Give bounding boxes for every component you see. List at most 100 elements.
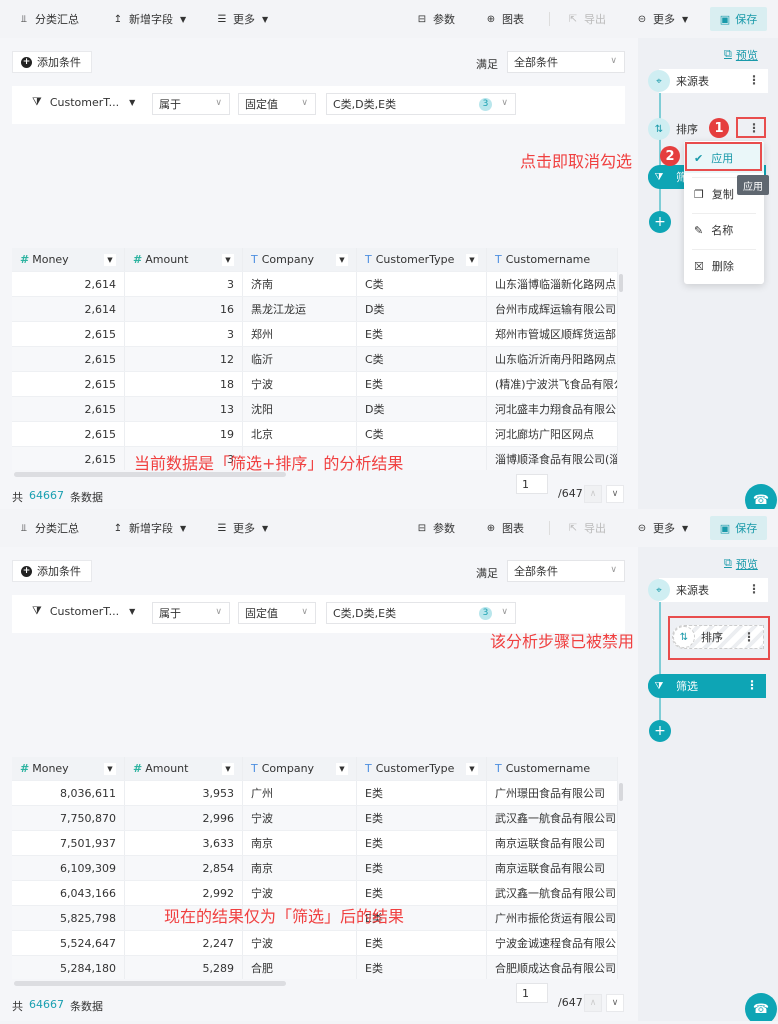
- operator-select[interactable]: 属于 ∨: [152, 93, 230, 115]
- menu-divider: [692, 213, 756, 214]
- value-type-select[interactable]: 固定值 ∨: [238, 93, 316, 115]
- more-right-button[interactable]: ⊝ 更多 ▼: [636, 520, 688, 536]
- cell-amount: 3,633: [125, 831, 243, 855]
- condition-row: ⧩ CustomerT... ▼ 属于 ∨ 固定值 ∨ C类,D类,E类 3 ∨: [12, 86, 625, 124]
- text-type-icon: T: [495, 253, 502, 266]
- page-down-button[interactable]: ∨: [606, 994, 624, 1012]
- column-header-money[interactable]: # Money ▼: [12, 757, 125, 780]
- export-button[interactable]: ⇱ 导出: [567, 520, 606, 536]
- apply-tooltip: 应用: [737, 175, 769, 195]
- column-header-company[interactable]: T Company ▼: [243, 757, 357, 780]
- export-icon: ⇱: [568, 13, 578, 25]
- cell-money: 2,615: [12, 322, 125, 346]
- cell-customername: 武汉鑫一航食品有限公司: [487, 806, 618, 830]
- chart-button[interactable]: ⊕ 图表: [485, 520, 524, 536]
- column-menu-icon[interactable]: ▼: [222, 253, 234, 266]
- cell-customername: 河北廊坊广阳区网点: [487, 422, 618, 446]
- page-input[interactable]: 1: [516, 474, 548, 494]
- column-menu-icon[interactable]: ▼: [104, 762, 116, 775]
- add-condition-button[interactable]: + 添加条件: [12, 51, 92, 73]
- table-row: 2,615 3 郑州 E类 郑州市管城区顺辉货运部: [12, 322, 618, 347]
- add-field-button[interactable]: ↥ 新增字段 ▼: [112, 11, 186, 27]
- headset-icon: ☎: [752, 1001, 770, 1017]
- operator-select[interactable]: 属于 ∨: [152, 602, 230, 624]
- value-type-select[interactable]: 固定值 ∨: [238, 602, 316, 624]
- values-select[interactable]: C类,D类,E类 3 ∨: [326, 602, 516, 624]
- params-button[interactable]: ⊟ 参数: [416, 11, 455, 27]
- column-name: Customername: [505, 762, 591, 775]
- field-select[interactable]: ⧩ CustomerT... ▼: [32, 604, 135, 618]
- step-source[interactable]: ⌖ 来源表 ⋮: [648, 578, 768, 602]
- page-up-button[interactable]: ∧: [584, 994, 602, 1012]
- more-right-button[interactable]: ⊝ 更多 ▼: [636, 11, 688, 27]
- values-select[interactable]: C类,D类,E类 3 ∨: [326, 93, 516, 115]
- step-source[interactable]: ⌖ 来源表 ⋮: [648, 69, 768, 93]
- column-menu-icon[interactable]: ▼: [336, 253, 348, 266]
- cell-customertype: C类: [357, 272, 487, 296]
- support-chat-button[interactable]: ☎: [745, 993, 777, 1021]
- group-summary-button[interactable]: ⫫ 分类汇总: [18, 11, 79, 27]
- params-button[interactable]: ⊟ 参数: [416, 520, 455, 536]
- preview-link[interactable]: ⧉ 预览: [724, 556, 758, 572]
- cell-company: 宁波: [243, 806, 357, 830]
- annotation-click-uncheck: 点击即取消勾选: [520, 152, 633, 171]
- column-header-money[interactable]: # Money ▼: [12, 248, 125, 271]
- cell-customertype: D类: [357, 397, 487, 421]
- column-header-company[interactable]: T Company ▼: [243, 248, 357, 271]
- add-field-button[interactable]: ↥ 新增字段 ▼: [112, 520, 186, 536]
- highlight-apply-item: [685, 142, 762, 171]
- column-header-customertype[interactable]: T CustomerType ▼: [357, 757, 487, 780]
- cell-customertype: E类: [357, 806, 487, 830]
- page-down-button[interactable]: ∨: [606, 485, 624, 503]
- more-vertical-icon[interactable]: ⋮: [748, 582, 760, 596]
- satisfy-select[interactable]: 全部条件 ∨: [507, 51, 625, 73]
- table-row: 2,615 13 沈阳 D类 河北盛丰力翔食品有限公: [12, 397, 618, 422]
- column-header-customertype[interactable]: T CustomerType ▼: [357, 248, 487, 271]
- page-up-button[interactable]: ∧: [584, 485, 602, 503]
- column-menu-icon[interactable]: ▼: [104, 253, 116, 266]
- column-header-customername[interactable]: T Customername: [487, 757, 618, 780]
- preview-link[interactable]: ⧉ 预览: [724, 47, 758, 63]
- caret-down-icon: ▼: [180, 14, 187, 24]
- step-marker-1: 1: [709, 118, 729, 138]
- annotation-now-result: 现在的结果仅为「筛选」后的结果: [164, 907, 405, 926]
- menu-item-rename[interactable]: ✎ 名称: [684, 215, 764, 245]
- support-chat-button[interactable]: ☎: [745, 484, 777, 512]
- column-menu-icon[interactable]: ▼: [336, 762, 348, 775]
- more-vertical-icon[interactable]: ⋮: [748, 73, 760, 87]
- column-menu-icon[interactable]: ▼: [222, 762, 234, 775]
- column-header-amount[interactable]: # Amount ▼: [125, 757, 243, 780]
- column-menu-icon[interactable]: ▼: [466, 253, 478, 266]
- vertical-scrollbar[interactable]: [619, 274, 623, 292]
- page-input[interactable]: 1: [516, 983, 548, 1003]
- column-menu-icon[interactable]: ▼: [466, 762, 478, 775]
- group-summary-button[interactable]: ⫫ 分类汇总: [18, 520, 79, 536]
- add-step-button[interactable]: +: [649, 720, 671, 742]
- caret-down-icon: ▼: [682, 523, 689, 533]
- satisfy-select[interactable]: 全部条件 ∨: [507, 560, 625, 582]
- column-header-amount[interactable]: # Amount ▼: [125, 248, 243, 271]
- cell-amount: 19: [125, 422, 243, 446]
- field-select[interactable]: ⧩ CustomerT... ▼: [32, 95, 135, 109]
- table-row: 2,615 12 临沂 C类 山东临沂沂南丹阳路网点: [12, 347, 618, 372]
- vertical-scrollbar[interactable]: [619, 783, 623, 801]
- more-left-button[interactable]: ☰ 更多 ▼: [216, 11, 269, 27]
- add-step-button[interactable]: +: [649, 211, 671, 233]
- column-header-customername[interactable]: T Customername: [487, 248, 618, 271]
- chart-button[interactable]: ⊕ 图表: [485, 11, 524, 27]
- cell-company: 北京: [243, 422, 357, 446]
- table-row: 2,614 3 济南 C类 山东淄博临淄新化路网点: [12, 272, 618, 297]
- table-row: 6,109,309 2,854 南京 E类 南京运联食品有限公司: [12, 856, 618, 881]
- menu-item-delete[interactable]: ☒ 删除: [684, 251, 764, 281]
- save-button[interactable]: ▣ 保存: [710, 7, 767, 31]
- step-filter[interactable]: ⧩ 筛选 ⋮: [648, 674, 766, 698]
- export-button[interactable]: ⇱ 导出: [567, 11, 606, 27]
- more-left-button[interactable]: ☰ 更多 ▼: [216, 520, 269, 536]
- horizontal-scrollbar[interactable]: [14, 981, 286, 986]
- save-button[interactable]: ▣ 保存: [710, 516, 767, 540]
- add-condition-button[interactable]: + 添加条件: [12, 560, 92, 582]
- cell-amount: 5,289: [125, 956, 243, 979]
- number-type-icon: #: [133, 253, 143, 266]
- cell-amount: 12: [125, 347, 243, 371]
- more-vertical-icon[interactable]: ⋮: [746, 678, 758, 692]
